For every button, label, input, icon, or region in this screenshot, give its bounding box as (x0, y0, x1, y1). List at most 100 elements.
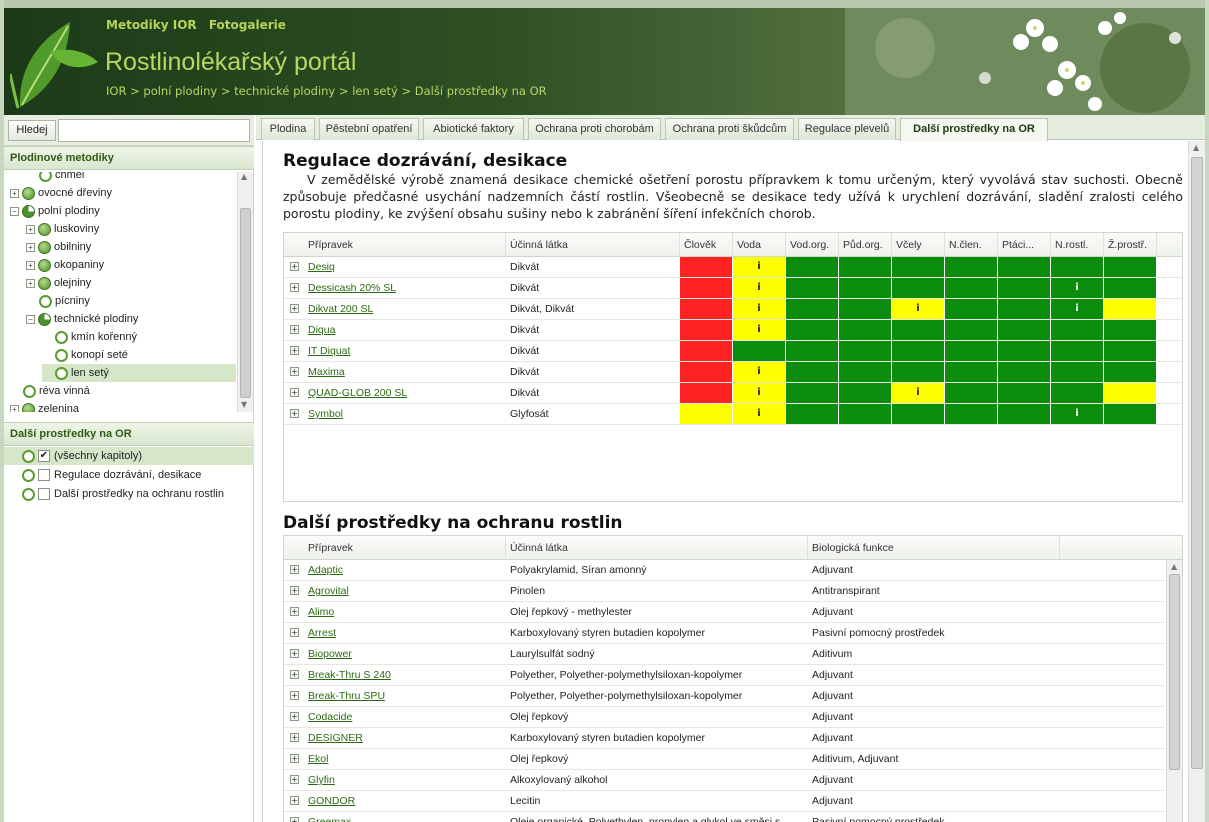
content-scrollbar-thumb[interactable] (1191, 157, 1203, 769)
row-expand-icon[interactable]: + (290, 304, 299, 313)
product-link[interactable]: GONDOR (304, 791, 506, 812)
table-row[interactable]: + Break-Thru SPU Polyether, Polyether-poly… (284, 686, 1164, 707)
product-link[interactable]: Symbol (304, 404, 506, 425)
risk-cell[interactable]: i (733, 278, 786, 298)
tree-node[interactable]: + luskoviny (26, 220, 236, 238)
search-button[interactable]: Hledej (8, 120, 56, 141)
product-link[interactable]: IT Diquat (304, 341, 506, 362)
scroll-down-arrow-icon[interactable]: ▼ (241, 400, 247, 409)
tree-node[interactable]: − polní plodiny (10, 202, 236, 220)
table-row[interactable]: + Alimo Olej řepkový - methylester Adjuvant (284, 602, 1164, 623)
row-expand-icon[interactable]: + (290, 733, 299, 742)
row-expand-icon[interactable]: + (290, 796, 299, 805)
column-header[interactable]: Ptáci... (998, 233, 1051, 257)
column-header[interactable]: Vod.org. (786, 233, 839, 257)
chapter-checkbox[interactable]: ✔ (38, 450, 50, 463)
row-expand-icon[interactable]: + (290, 670, 299, 679)
tree-expander-icon[interactable]: − (10, 206, 19, 216)
tab-2[interactable]: Pěstební opatření (319, 118, 419, 140)
chapter-item[interactable]: Další prostředky na ochranu rostlin (4, 485, 254, 503)
product-link[interactable]: Break-Thru SPU (304, 686, 506, 707)
table-row[interactable]: + DESIGNER Karboxylovaný styren butadien k… (284, 728, 1164, 749)
tree-scrollbar-thumb[interactable] (240, 208, 251, 398)
risk-cell[interactable]: i (733, 320, 786, 340)
tree-node[interactable]: réva vinná (10, 382, 236, 400)
table-row[interactable]: + Break-Thru S 240 Polyether, Polyether-po… (284, 665, 1164, 686)
risk-cell[interactable]: i (892, 383, 945, 403)
column-header[interactable]: Účinná látka (506, 233, 680, 257)
product-link[interactable]: QUAD-GLOB 200 SL (304, 383, 506, 404)
tree-node[interactable]: pícniny (26, 292, 236, 310)
site-title[interactable]: Rostlinolékařský portál (105, 48, 357, 77)
column-header[interactable]: Člověk (680, 233, 733, 257)
risk-cell[interactable]: i (733, 404, 786, 424)
product-link[interactable]: Agrovital (304, 581, 506, 602)
row-expand-icon[interactable]: + (290, 409, 299, 418)
tab-1[interactable]: Plodina (261, 118, 315, 140)
nav-fotogalerie[interactable]: Fotogalerie (209, 18, 286, 32)
table-row[interactable]: + Symbol Glyfosát i i (284, 404, 1182, 425)
scroll-up-arrow-icon[interactable]: ▲ (1171, 562, 1177, 571)
scroll-up-arrow-icon[interactable]: ▲ (241, 172, 247, 181)
grid-scrollbar-thumb[interactable] (1169, 574, 1180, 770)
breadcrumb-item[interactable]: len setý (352, 84, 398, 98)
table-row[interactable]: + Agrovital Pinolen Antitranspirant (284, 581, 1164, 602)
product-link[interactable]: Alimo (304, 602, 506, 623)
chapter-item[interactable]: Regulace dozrávání, desikace (4, 466, 254, 484)
tab-3[interactable]: Abiotické faktory (423, 118, 524, 140)
row-expand-icon[interactable]: + (290, 775, 299, 784)
table-row[interactable]: + IT Diquat Dikvát (284, 341, 1182, 362)
row-expand-icon[interactable]: + (290, 565, 299, 574)
table-row[interactable]: + Glyfin Alkoxylovaný alkohol Adjuvant (284, 770, 1164, 791)
risk-cell[interactable]: i (733, 299, 786, 319)
tree-expander-icon[interactable]: + (10, 404, 19, 412)
tree-node[interactable]: + ovocné dřeviny (10, 184, 236, 202)
tab-6[interactable]: Regulace plevelů (798, 118, 896, 140)
product-link[interactable]: Dessicash 20% SL (304, 278, 506, 299)
row-expand-icon[interactable]: + (290, 283, 299, 292)
column-header[interactable]: Ž.prostř. (1104, 233, 1157, 257)
column-header[interactable]: N.rostl. (1051, 233, 1104, 257)
tree-node[interactable]: konopí seté (42, 346, 236, 364)
tree-node[interactable]: + obilniny (26, 238, 236, 256)
search-input[interactable] (58, 119, 250, 142)
column-header[interactable]: N.člen. (945, 233, 998, 257)
product-link[interactable]: Arrest (304, 623, 506, 644)
table-row[interactable]: + Codacide Olej řepkový Adjuvant (284, 707, 1164, 728)
row-expand-icon[interactable]: + (290, 586, 299, 595)
row-expand-icon[interactable]: + (290, 754, 299, 763)
tree-expander-icon[interactable]: + (26, 242, 35, 252)
product-link[interactable]: Adaptic (304, 560, 506, 581)
table-row[interactable]: + QUAD-GLOB 200 SL Dikvát i i (284, 383, 1182, 404)
row-expand-icon[interactable]: + (290, 325, 299, 334)
product-link[interactable]: Dikvat 200 SL (304, 299, 506, 320)
chapter-item[interactable]: ✔ (všechny kapitoly) (4, 447, 254, 465)
tree-node[interactable]: − technické plodiny (26, 310, 236, 328)
breadcrumb-item[interactable]: IOR (106, 84, 126, 98)
nav-metodiky-ior[interactable]: Metodiky IOR (106, 18, 197, 32)
leaf-logo-icon[interactable] (10, 12, 100, 112)
row-expand-icon[interactable]: + (290, 691, 299, 700)
risk-cell[interactable]: i (733, 362, 786, 382)
table-row[interactable]: + Dessicash 20% SL Dikvát i i (284, 278, 1182, 299)
breadcrumb-item[interactable]: technické plodiny (234, 84, 335, 98)
row-expand-icon[interactable]: + (290, 367, 299, 376)
tree-expander-icon[interactable]: + (26, 260, 35, 270)
tab-5[interactable]: Ochrana proti škůdcům (665, 118, 794, 140)
chapter-checkbox[interactable] (38, 488, 50, 501)
tree-scrollbar[interactable]: ▲ ▼ (237, 172, 253, 412)
table-row[interactable]: + Ekol Olej řepkový Aditivum, Adjuvant (284, 749, 1164, 770)
risk-cell[interactable]: i (1051, 278, 1104, 298)
product-link[interactable]: Greemax (304, 812, 506, 822)
product-link[interactable]: Codacide (304, 707, 506, 728)
table-row[interactable]: + Desiq Dikvát i (284, 257, 1182, 278)
column-header[interactable]: Včely (892, 233, 945, 257)
risk-cell[interactable]: i (733, 383, 786, 403)
row-expand-icon[interactable]: + (290, 712, 299, 721)
row-expand-icon[interactable]: + (290, 817, 299, 822)
product-link[interactable]: Diqua (304, 320, 506, 341)
breadcrumb-item[interactable]: Další prostředky na OR (415, 84, 547, 98)
table-row[interactable]: + Biopower Laurylsulfát sodný Aditivum (284, 644, 1164, 665)
row-expand-icon[interactable]: + (290, 262, 299, 271)
product-link[interactable]: Biopower (304, 644, 506, 665)
